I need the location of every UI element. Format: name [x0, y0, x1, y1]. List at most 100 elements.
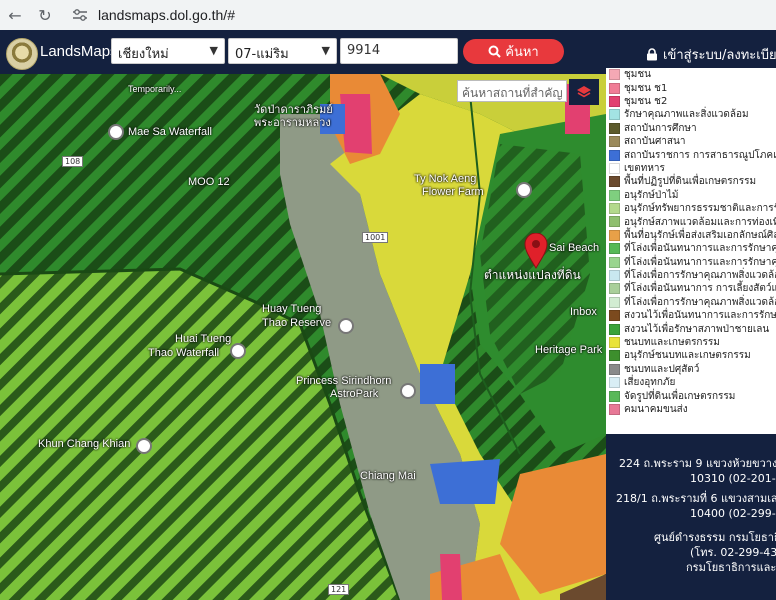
search-icon — [488, 45, 501, 58]
waterfall-place-icon[interactable] — [230, 343, 246, 359]
map-label-wat2: พระอารามหลวง — [254, 117, 331, 129]
map-pin-icon[interactable] — [524, 232, 548, 273]
legend-item: พื้นที่ปฏิรูปที่ดินเพื่อเกษตรกรรม — [606, 175, 776, 188]
flower-farm-place-icon[interactable] — [516, 182, 532, 198]
road-shield-108: 108 — [62, 156, 84, 167]
legend-item: ที่โล่งเพื่อนันทนาการและการรักษาคุณภาพสิ… — [606, 255, 776, 268]
legend-item: ชนบทและปศุสัตว์ — [606, 363, 776, 376]
layers-button[interactable] — [569, 79, 599, 105]
map-layer — [0, 74, 606, 600]
legend-swatch — [609, 95, 620, 107]
legend-swatch — [609, 122, 620, 134]
address1-line2: 10310 (02-201-80 — [690, 472, 776, 485]
legend-item: ที่โล่งเพื่อนันทนาการและการรักษาคุณภาพสิ… — [606, 242, 776, 255]
district-select[interactable]: 07-แม่ริม ▼ — [228, 38, 337, 64]
login-label: เข้าสู่ระบบ/ลงทะเบียน — [663, 48, 776, 63]
dol-logo — [6, 38, 38, 70]
reserve-place-icon[interactable] — [338, 318, 354, 334]
legend-swatch — [609, 350, 620, 362]
legend-item: อนุรักษ์ป่าไม้ — [606, 189, 776, 202]
map-label-huay: Huay Tueng — [262, 303, 322, 315]
legend-item: สถาบันราชการ การสาธารณูปโภคและสาธารณูปกา… — [606, 148, 776, 161]
legend-item: สถาบันการศึกษา — [606, 122, 776, 135]
waterfall-place-icon[interactable] — [108, 124, 124, 140]
chevron-down-icon: ▼ — [209, 44, 218, 57]
legend-item: อนุรักษ์ชนบทและเกษตรกรรม — [606, 349, 776, 362]
center-line2: (โทร. 02-299-431 — [690, 546, 776, 559]
legend-swatch — [609, 203, 620, 215]
lock-icon — [647, 48, 657, 61]
legend-item: พื้นที่อนุรักษ์เพื่อส่งเสริมเอกลักษณ์ศิล… — [606, 229, 776, 242]
province-select[interactable]: เชียงใหม่ ▼ — [111, 38, 225, 64]
legend-swatch — [609, 310, 620, 322]
astropark-place-icon[interactable] — [400, 383, 416, 399]
legend-label: คมนาคมขนส่ง — [624, 403, 688, 415]
contact-info-panel: 224 ถ.พระราม 9 แขวงห้วยขวาง เขต 10310 (0… — [606, 434, 776, 600]
legend-item: ชนบทและเกษตรกรรม — [606, 336, 776, 349]
legend-swatch — [609, 283, 620, 295]
legend-item: อนุรักษ์สภาพแวดล้อมและการท่องเที่ยว — [606, 215, 776, 228]
map-label-astro: AstroPark — [330, 388, 379, 400]
app-title: LandsMaps — [40, 43, 118, 60]
legend-swatch — [609, 390, 620, 402]
map-label-flower: Flower Farm — [422, 186, 484, 198]
legend-item: ที่โล่งเพื่อนันทนาการ การเลี้ยงสัตว์และก… — [606, 282, 776, 295]
legend-item: สงวนไว้เพื่อรักษาสภาพป่าชายเลน — [606, 322, 776, 335]
map-label-princess: Princess Sirindhorn — [296, 375, 392, 387]
legend-item: รักษาคุณภาพและสิ่งแวดล้อม — [606, 108, 776, 121]
legend-swatch — [609, 377, 620, 389]
legend-swatch — [609, 216, 620, 228]
legend-swatch — [609, 189, 620, 201]
province-value: เชียงใหม่ — [118, 47, 169, 62]
legend-swatch — [609, 243, 620, 255]
map-label-heritage: Heritage Park — [535, 344, 603, 356]
legend-item: ชุมชน ช2 — [606, 95, 776, 108]
url-text[interactable]: landsmaps.dol.go.th/# — [98, 7, 235, 23]
legend-swatch — [609, 363, 620, 375]
center-line3: กรมโยธาธิการและผัง — [686, 561, 776, 574]
chevron-down-icon: ▼ — [321, 44, 330, 57]
legend-item: ที่โล่งเพื่อการรักษาคุณภาพสิ่งแวดล้อมการ… — [606, 269, 776, 282]
parcel-number-input[interactable]: 9914 — [340, 38, 458, 64]
legend-swatch — [609, 82, 620, 94]
map-label-huai2: Thao Waterfall — [148, 347, 220, 359]
legend-item: เขตทหาร — [606, 162, 776, 175]
arrow-left-icon[interactable]: ← — [4, 4, 26, 26]
layers-icon — [577, 86, 591, 98]
search-button[interactable]: ค้นหา — [463, 39, 564, 64]
legend-item: อนุรักษ์ทรัพยากรธรรมชาติและการรักษาคุณภา… — [606, 202, 776, 215]
legend-swatch — [609, 229, 620, 241]
legend-swatch — [609, 337, 620, 348]
browser-address-bar: ← ↻ landsmaps.dol.go.th/# — [0, 0, 776, 31]
legend-swatch — [609, 136, 620, 148]
login-link[interactable]: เข้าสู่ระบบ/ลงทะเบียน — [646, 44, 776, 65]
map-label-nok: Ty Nok Aeng — [414, 173, 477, 185]
road-shield-121: 121 — [328, 584, 350, 595]
district-value: 07-แม่ริม — [235, 47, 289, 62]
map-label-moo12: MOO 12 — [188, 176, 230, 188]
address2-line1: 218/1 ถ.พระรามที่ 6 แขวงสามเสนใน — [616, 492, 776, 505]
site-settings-icon[interactable] — [70, 5, 90, 25]
map-label-inbox: Inbox — [570, 306, 597, 318]
legend-item: ชุมชน — [606, 68, 776, 81]
legend-swatch — [609, 296, 620, 308]
legend-swatch — [609, 256, 620, 268]
map-canvas[interactable] — [0, 74, 606, 600]
legend-swatch — [609, 149, 620, 161]
legend-item: ที่โล่งเพื่อการรักษาคุณภาพสิ่งแวดล้อม — [606, 296, 776, 309]
legend-swatch — [609, 403, 620, 415]
address1-line1: 224 ถ.พระราม 9 แขวงห้วยขวาง เขต — [619, 457, 776, 470]
legend-item: คมนาคมขนส่ง — [606, 403, 776, 416]
legend-swatch — [609, 109, 620, 121]
map-label-chiang: Chiang Mai — [360, 470, 416, 482]
legend-item: จัดรูปที่ดินเพื่อเกษตรกรรม — [606, 389, 776, 402]
legend-swatch — [609, 323, 620, 335]
khun-chang-place-icon[interactable] — [136, 438, 152, 454]
place-search-input[interactable]: ค้นหาสถานที่สำคัญ — [457, 80, 567, 102]
address2-line2: 10400 (02-299-40 — [690, 507, 776, 520]
legend-swatch — [609, 270, 620, 282]
legend-swatch — [609, 69, 620, 81]
map-label-huay2: Thao Reserve — [262, 317, 332, 329]
legend-item: ชุมชน ช1 — [606, 81, 776, 94]
reload-icon[interactable]: ↻ — [34, 4, 56, 26]
